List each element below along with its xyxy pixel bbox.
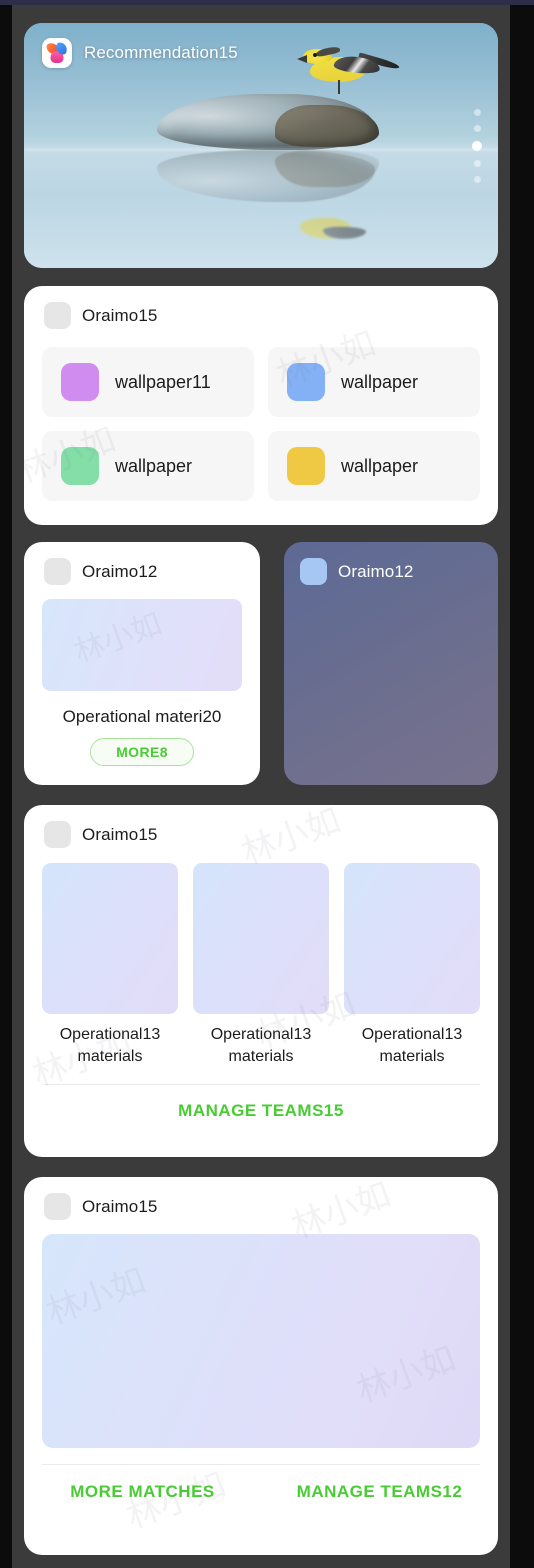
bird-leg bbox=[338, 80, 341, 94]
placeholder-icon bbox=[44, 1193, 71, 1220]
dark-card-header: Oraimo12 bbox=[284, 542, 498, 585]
banner-card: 林小如 林小如 林小如 林小如 Oraimo15 MORE MATCHES MA… bbox=[24, 1177, 498, 1555]
recommendation-hero-card[interactable]: Recommendation15 bbox=[24, 23, 498, 268]
pager-dot[interactable] bbox=[473, 108, 481, 116]
wallpaper-label: wallpaper bbox=[341, 371, 419, 392]
hero-title: Recommendation15 bbox=[84, 43, 238, 62]
more-matches-button[interactable]: MORE MATCHES bbox=[24, 1482, 261, 1502]
wallpaper-item[interactable]: wallpaper bbox=[268, 431, 480, 501]
bird-reflection bbox=[285, 209, 380, 246]
watermark: 林小如 bbox=[69, 606, 167, 671]
material-label: Operational13 materials bbox=[59, 1026, 161, 1065]
banner-card-header: Oraimo15 bbox=[24, 1177, 498, 1220]
wallpaper-label: wallpaper11 bbox=[115, 371, 211, 392]
wallpaper-swatch bbox=[61, 363, 99, 401]
wallpaper-swatch bbox=[287, 447, 325, 485]
banner-thumbnail[interactable] bbox=[42, 1234, 480, 1448]
placeholder-icon bbox=[44, 302, 71, 329]
placeholder-icon bbox=[44, 821, 71, 848]
wallpaper-grid: wallpaper11 wallpaper wallpaper wallpape… bbox=[24, 329, 498, 521]
wallpaper-item[interactable]: wallpaper bbox=[42, 431, 254, 501]
material-tile[interactable]: Operational13 materials bbox=[344, 863, 480, 1068]
banner-card-title: Oraimo15 bbox=[82, 1196, 158, 1216]
wallpapers-card-title: Oraimo15 bbox=[82, 305, 158, 325]
placeholder-icon bbox=[44, 558, 71, 585]
scroll-content[interactable]: Recommendation15 林小如 林小如 Oraimo15 w bbox=[12, 5, 510, 1568]
wallpaper-item[interactable]: wallpaper11 bbox=[42, 347, 254, 417]
triple-card-header: Oraimo15 bbox=[24, 805, 498, 848]
wallpaper-label: wallpaper bbox=[115, 455, 193, 476]
materials-grid: Operational13 materials Operational13 ma… bbox=[24, 848, 498, 1068]
pager-dot[interactable] bbox=[473, 175, 481, 183]
banner-action-row: MORE MATCHES MANAGE TEAMS12 bbox=[24, 1465, 498, 1502]
material-thumbnail bbox=[42, 863, 178, 1014]
pager-dot[interactable] bbox=[473, 124, 481, 132]
hero-header: Recommendation15 bbox=[42, 38, 238, 68]
wallpaper-swatch bbox=[287, 363, 325, 401]
manage-teams-button[interactable]: MANAGE TEAMS12 bbox=[261, 1482, 498, 1502]
wallpaper-swatch bbox=[61, 447, 99, 485]
triple-materials-card: 林小如 林小如 林小如 Oraimo15 Operational13 mater… bbox=[24, 805, 498, 1157]
screen-root: Recommendation15 林小如 林小如 Oraimo15 w bbox=[0, 0, 534, 1568]
material-thumbnail bbox=[344, 863, 480, 1014]
material-card-title: Oraimo12 bbox=[82, 561, 158, 581]
material-thumbnail bbox=[193, 863, 329, 1014]
material-label: Operational13 materials bbox=[210, 1026, 312, 1065]
material-card-header: Oraimo12 bbox=[24, 542, 260, 585]
bird-illustration bbox=[296, 45, 401, 94]
wallpapers-card: 林小如 林小如 Oraimo15 wallpaper11 wallpaper w… bbox=[24, 286, 498, 525]
placeholder-icon bbox=[300, 558, 327, 585]
material-label: Operational13 materials bbox=[361, 1026, 463, 1065]
dark-promo-card[interactable]: Oraimo12 bbox=[284, 542, 498, 785]
manage-teams-button[interactable]: MANAGE TEAMS15 bbox=[24, 1085, 498, 1121]
triple-card-title: Oraimo15 bbox=[82, 824, 158, 844]
material-thumbnail[interactable]: 林小如 bbox=[42, 599, 242, 691]
hero-pager[interactable] bbox=[472, 108, 482, 183]
wallpaper-item[interactable]: wallpaper bbox=[268, 347, 480, 417]
dark-card-title: Oraimo12 bbox=[338, 561, 414, 581]
wallpaper-label: wallpaper bbox=[341, 455, 419, 476]
material-card[interactable]: Oraimo12 林小如 Operational materi20 MORE8 bbox=[24, 542, 260, 785]
wallpapers-card-header: Oraimo15 bbox=[24, 286, 498, 329]
pager-dot-active[interactable] bbox=[472, 140, 482, 151]
more-button[interactable]: MORE8 bbox=[90, 738, 194, 766]
pager-dot[interactable] bbox=[473, 159, 481, 167]
material-tile[interactable]: Operational13 materials bbox=[193, 863, 329, 1068]
material-tile[interactable]: Operational13 materials bbox=[42, 863, 178, 1068]
bird-beak bbox=[296, 54, 307, 63]
card-pair-row: Oraimo12 林小如 Operational materi20 MORE8 … bbox=[24, 542, 498, 785]
material-caption: Operational materi20 bbox=[62, 707, 222, 726]
app-logo-icon bbox=[42, 38, 72, 68]
